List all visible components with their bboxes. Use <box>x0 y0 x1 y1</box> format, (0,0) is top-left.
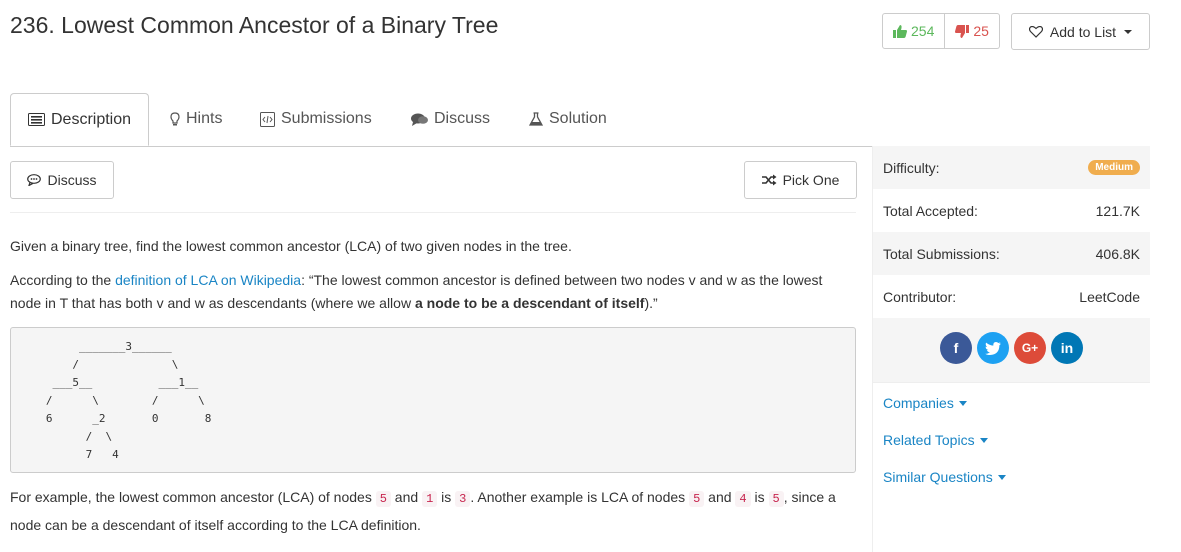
submissions-label: Total Submissions: <box>883 245 1000 262</box>
tab-label: Submissions <box>281 110 372 127</box>
twitter-icon[interactable] <box>977 332 1009 364</box>
difficulty-label: Difficulty: <box>883 159 940 176</box>
inline-code: 1 <box>422 491 438 507</box>
add-to-list-button[interactable]: Add to List <box>1011 13 1150 50</box>
upvote-count: 254 <box>911 23 935 39</box>
inline-code: 5 <box>375 491 391 507</box>
tree-diagram: _______3______ / \ ___5__ ___1__ / \ / \… <box>45 340 212 461</box>
contributor-row: Contributor: LeetCode <box>873 275 1150 318</box>
companies-label: Companies <box>883 395 954 411</box>
chevron-down-icon <box>1124 29 1133 34</box>
flask-icon <box>529 112 543 126</box>
accepted-label: Total Accepted: <box>883 202 978 219</box>
wikipedia-link[interactable]: definition of LCA on Wikipedia <box>115 272 301 288</box>
inline-code: 5 <box>689 491 705 507</box>
sidebar-divider <box>873 382 1150 383</box>
vote-group: 254 25 <box>882 13 1000 49</box>
downvote-button[interactable]: 25 <box>945 13 1000 49</box>
text-span: For example, the lowest common ancestor … <box>10 489 376 505</box>
accepted-row: Total Accepted: 121.7K <box>873 189 1150 232</box>
tab-label: Description <box>50 110 132 128</box>
inline-code: 4 <box>735 491 751 507</box>
shuffle-icon <box>761 174 777 186</box>
tab-submissions[interactable]: Submissions <box>260 93 372 145</box>
tab-solution[interactable]: Solution <box>529 93 607 145</box>
tab-label: Hints <box>186 110 223 127</box>
contributor-label: Contributor: <box>883 288 957 305</box>
similar-questions-label: Similar Questions <box>883 469 993 485</box>
text-span: is <box>437 489 456 505</box>
related-topics-label: Related Topics <box>883 432 975 448</box>
linkedin-icon[interactable]: in <box>1051 332 1083 364</box>
tree-example-block: _______3______ / \ ___5__ ___1__ / \ / \… <box>10 327 856 473</box>
lightbulb-icon <box>170 112 180 126</box>
comment-icon <box>27 174 42 186</box>
text-span: is <box>750 489 769 505</box>
tab-discuss[interactable]: Discuss <box>411 93 490 145</box>
list-icon <box>27 113 45 126</box>
text-span: According to the <box>10 272 116 288</box>
pick-one-button[interactable]: Pick One <box>744 161 857 199</box>
bold-text: a node to be a descendant of itself <box>414 295 645 311</box>
google-plus-icon[interactable]: G+ <box>1014 332 1046 364</box>
caret-down-icon <box>958 400 967 406</box>
caret-down-icon <box>997 474 1006 480</box>
facebook-icon[interactable]: f <box>940 332 972 364</box>
text-span: and <box>390 489 423 505</box>
text-span: ).” <box>644 295 658 311</box>
related-topics-dropdown[interactable]: Related Topics <box>883 432 988 448</box>
example-explanation: For example, the lowest common ancestor … <box>10 484 850 538</box>
tab-bar: Description Hints Submissions Discuss So… <box>10 93 1150 147</box>
downvote-count: 25 <box>973 23 989 39</box>
upvote-button[interactable]: 254 <box>882 13 946 49</box>
problem-intro: Given a binary tree, find the lowest com… <box>10 238 572 254</box>
submissions-value: 406.8K <box>1095 245 1140 262</box>
companies-dropdown[interactable]: Companies <box>883 395 967 411</box>
problem-sidebar: Difficulty: Medium Total Accepted: 121.7… <box>872 146 1150 552</box>
accepted-value: 121.7K <box>1095 202 1140 219</box>
tab-label: Discuss <box>434 110 491 127</box>
tab-label: Solution <box>549 110 607 127</box>
tab-description[interactable]: Description <box>10 93 149 146</box>
inline-code: 3 <box>455 491 471 507</box>
heart-icon <box>1028 25 1043 38</box>
difficulty-row: Difficulty: Medium <box>873 146 1150 189</box>
comments-icon <box>411 113 428 126</box>
pick-one-label: Pick One <box>782 172 840 188</box>
difficulty-badge: Medium <box>1088 160 1140 175</box>
lca-definition: According to the definition of LCA on Wi… <box>10 269 850 315</box>
discuss-button[interactable]: Discuss <box>10 161 114 199</box>
submissions-row: Total Submissions: 406.8K <box>873 232 1150 275</box>
content-divider <box>10 212 856 213</box>
contributor-value: LeetCode <box>1079 288 1140 305</box>
thumbs-down-icon <box>955 24 970 38</box>
add-to-list-label: Add to List <box>1049 23 1117 40</box>
text-span: . Another example is LCA of nodes <box>470 489 690 505</box>
code-file-icon <box>260 111 275 127</box>
social-share-buttons: f G+ in <box>940 332 1083 364</box>
caret-down-icon <box>979 437 988 443</box>
inline-code: 5 <box>768 491 784 507</box>
tab-hints[interactable]: Hints <box>170 93 222 145</box>
page-title: 236. Lowest Common Ancestor of a Binary … <box>10 12 499 38</box>
text-span: and <box>704 489 736 505</box>
discuss-button-label: Discuss <box>47 172 97 188</box>
thumbs-up-icon <box>893 24 907 38</box>
similar-questions-dropdown[interactable]: Similar Questions <box>883 469 1006 485</box>
